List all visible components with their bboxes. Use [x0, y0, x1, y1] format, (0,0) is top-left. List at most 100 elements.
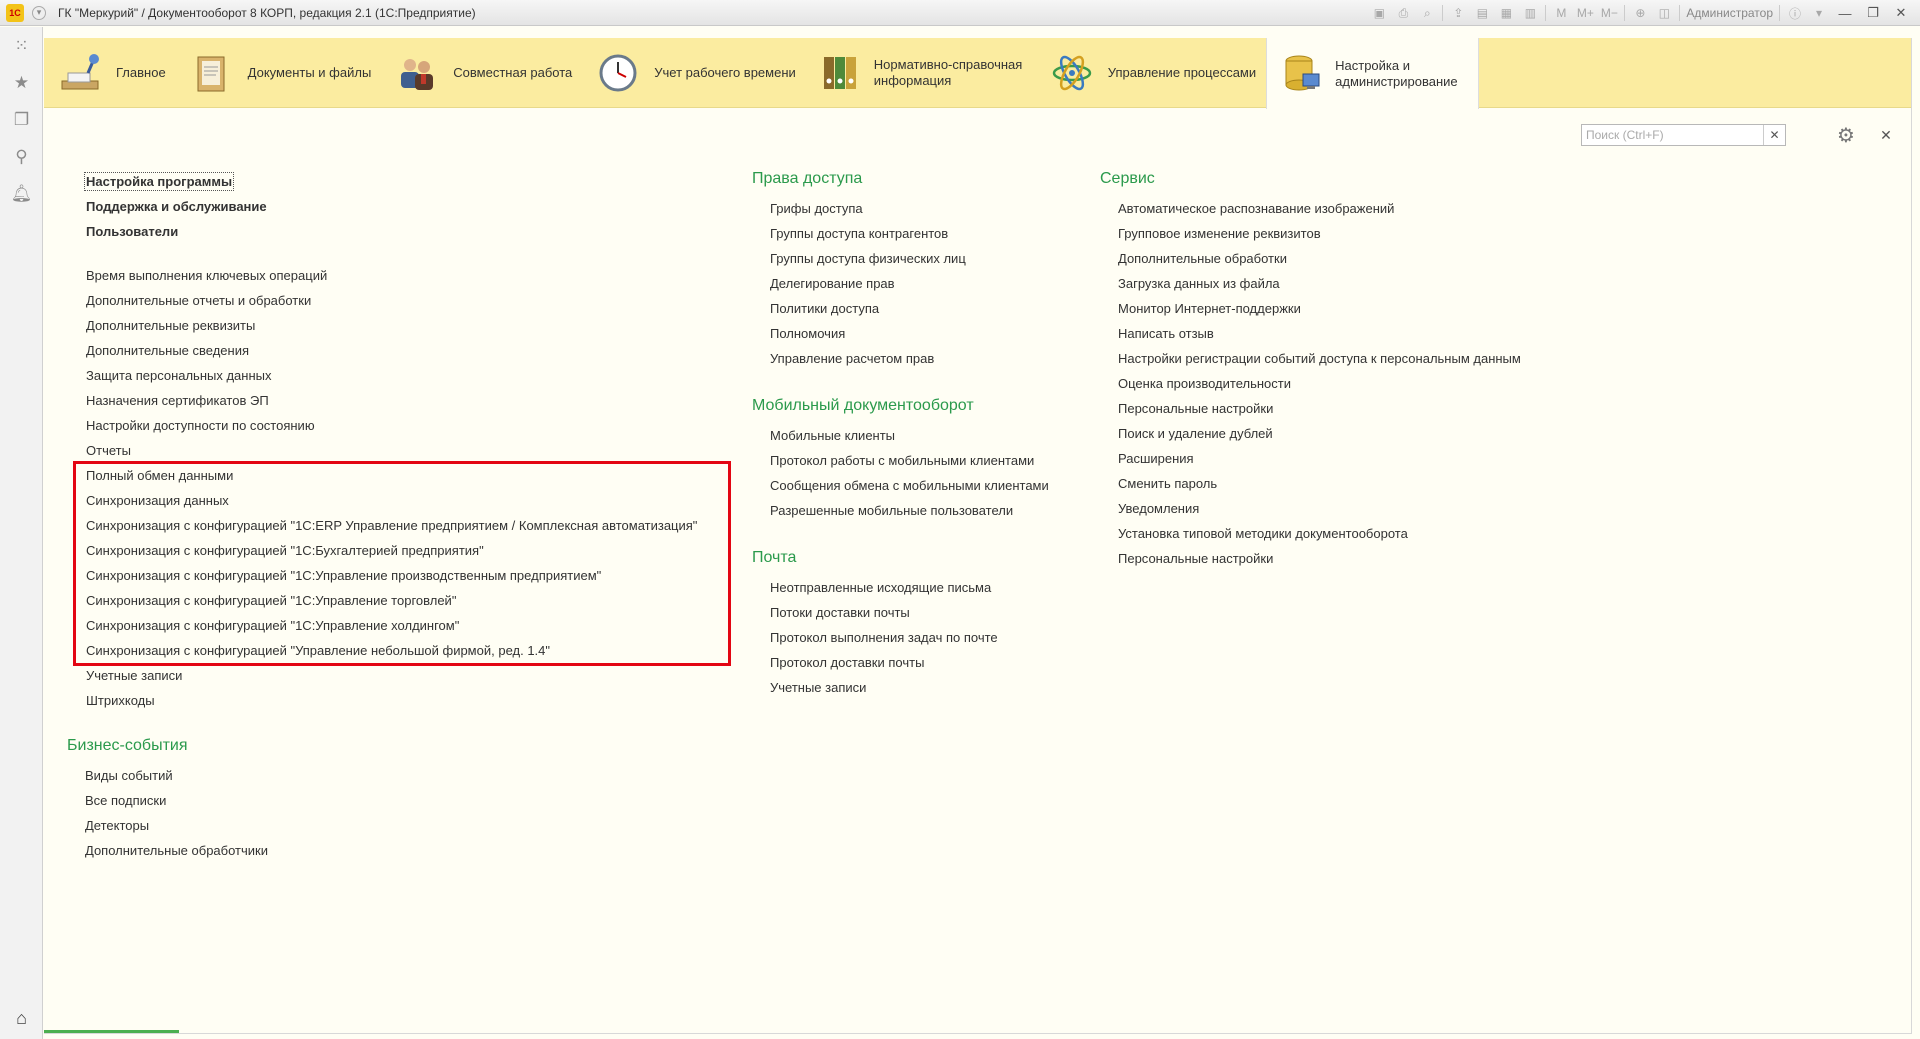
- list-item[interactable]: Дополнительные сведения: [86, 338, 697, 363]
- list-item[interactable]: Расширения: [1118, 446, 1521, 471]
- current-user[interactable]: Администратор: [1686, 6, 1773, 20]
- list-item[interactable]: Грифы доступа: [770, 196, 966, 221]
- link-support[interactable]: Поддержка и обслуживание: [86, 194, 697, 219]
- list-item[interactable]: Разрешенные мобильные пользователи: [770, 498, 1049, 523]
- list-item[interactable]: Монитор Интернет-поддержки: [1118, 296, 1521, 321]
- app-logo[interactable]: 1С: [6, 3, 24, 22]
- link-users[interactable]: Пользователи: [86, 219, 697, 244]
- clear-search-button[interactable]: ✕: [1763, 125, 1785, 145]
- list-item[interactable]: Дополнительные обработки: [1118, 246, 1521, 271]
- list-item[interactable]: Персональные настройки: [1118, 546, 1521, 571]
- search-field: ✕: [1581, 124, 1786, 146]
- window-titlebar: 1С ▾ ГК "Меркурий" / Документооборот 8 К…: [0, 0, 1920, 26]
- upload-icon[interactable]: ⇪: [1449, 4, 1467, 22]
- binders-icon: [818, 49, 862, 97]
- section-process-management[interactable]: Управление процессами: [1036, 38, 1266, 108]
- search-icon[interactable]: ⚲: [0, 138, 43, 175]
- list-item[interactable]: Время выполнения ключевых операций: [86, 263, 697, 288]
- titlebar-toolbar: ▣ ⎙ ⌕ ⇪ ▤ ▦ ▥ M M+ M− ⊕ ◫ Администратор …: [1370, 0, 1912, 26]
- close-panel-button[interactable]: ✕: [1876, 124, 1896, 146]
- save-icon[interactable]: ▣: [1370, 4, 1388, 22]
- history-icon[interactable]: ❐: [0, 101, 43, 138]
- window-menu-button[interactable]: ▾: [32, 5, 46, 20]
- zoom-icon[interactable]: ⊕: [1631, 4, 1649, 22]
- list-item[interactable]: Защита персональных данных: [86, 363, 697, 388]
- memory-m-icon[interactable]: M: [1552, 4, 1570, 22]
- favorites-star-icon[interactable]: ★: [0, 64, 43, 101]
- list-item[interactable]: Назначения сертификатов ЭП: [86, 388, 697, 413]
- list-item[interactable]: Все подписки: [85, 788, 268, 813]
- list-item[interactable]: Уведомления: [1118, 496, 1521, 521]
- list-item[interactable]: Настройки доступности по состоянию: [86, 413, 697, 438]
- list-item[interactable]: Группы доступа физических лиц: [770, 246, 966, 271]
- list-item[interactable]: Отчеты: [86, 438, 697, 463]
- group-title: Мобильный документооборот: [752, 397, 974, 414]
- section-collaboration[interactable]: Совместная работа: [381, 38, 582, 108]
- list-item[interactable]: Настройки регистрации событий доступа к …: [1118, 346, 1521, 371]
- group-title: Права доступа: [752, 170, 863, 187]
- section-main[interactable]: Главное: [44, 38, 176, 108]
- list-item[interactable]: Загрузка данных из файла: [1118, 271, 1521, 296]
- list-item[interactable]: Протокол работы с мобильными клиентами: [770, 448, 1049, 473]
- sections-panel: Главное Документы и файлы Совместная раб…: [44, 38, 1912, 109]
- list-item[interactable]: Управление расчетом прав: [770, 346, 966, 371]
- chevron-down-icon[interactable]: ▾: [1810, 4, 1828, 22]
- list-item[interactable]: Потоки доставки почты: [770, 600, 998, 625]
- section-documents[interactable]: Документы и файлы: [176, 38, 382, 108]
- notifications-bell-icon[interactable]: 🔔︎: [0, 175, 43, 212]
- section-label: Нормативно-справочная информация: [873, 57, 1023, 88]
- document-folder-icon: [188, 49, 236, 97]
- section-time-tracking[interactable]: Учет рабочего времени: [582, 38, 806, 108]
- list-item[interactable]: Неотправленные исходящие письма: [770, 575, 998, 600]
- list-item[interactable]: Написать отзыв: [1118, 321, 1521, 346]
- list-item[interactable]: Сменить пароль: [1118, 471, 1521, 496]
- list-item[interactable]: Автоматическое распознавание изображений: [1118, 196, 1521, 221]
- list-item[interactable]: Виды событий: [85, 763, 268, 788]
- gear-icon[interactable]: ⚙: [1833, 123, 1859, 147]
- list-item[interactable]: Учетные записи: [770, 675, 998, 700]
- list-item[interactable]: Группы доступа контрагентов: [770, 221, 966, 246]
- list-item[interactable]: Учетные записи: [86, 663, 697, 688]
- list-item[interactable]: Групповое изменение реквизитов: [1118, 221, 1521, 246]
- calendar-icon[interactable]: ▦: [1497, 4, 1515, 22]
- section-reference-info[interactable]: Нормативно-справочная информация: [806, 38, 1036, 108]
- print-icon[interactable]: ⎙: [1394, 4, 1412, 22]
- section-settings-admin[interactable]: Настройка и администрирование: [1266, 38, 1480, 109]
- close-window-button[interactable]: ✕: [1890, 4, 1912, 22]
- restore-button[interactable]: ❐: [1862, 4, 1884, 22]
- preview-icon[interactable]: ⌕: [1418, 4, 1436, 22]
- section-label: Настройка и администрирование: [1335, 57, 1458, 89]
- link-program-settings[interactable]: Настройка программы: [83, 169, 697, 194]
- list-item[interactable]: Оценка производительности: [1118, 371, 1521, 396]
- list-item[interactable]: Детекторы: [85, 813, 268, 838]
- database-admin-icon: [1279, 50, 1323, 98]
- list-item[interactable]: Политики доступа: [770, 296, 966, 321]
- list-item[interactable]: Штрихкоды: [86, 688, 697, 713]
- group-business-events: Бизнес-события Виды событий Все подписки…: [67, 734, 268, 863]
- list-item[interactable]: Полномочия: [770, 321, 966, 346]
- group-title: Бизнес-события: [67, 737, 188, 754]
- search-input[interactable]: [1582, 125, 1762, 145]
- list-item[interactable]: Поиск и удаление дублей: [1118, 421, 1521, 446]
- highlight-annotation-box: [73, 461, 731, 666]
- panels-icon[interactable]: ◫: [1655, 4, 1673, 22]
- memory-plus-icon[interactable]: M+: [1576, 4, 1594, 22]
- list-item[interactable]: Установка типовой методики документообор…: [1118, 521, 1521, 546]
- apps-grid-icon[interactable]: ⁙: [0, 27, 43, 64]
- list-item[interactable]: Мобильные клиенты: [770, 423, 1049, 448]
- home-icon[interactable]: ⌂: [0, 1001, 43, 1035]
- list-item[interactable]: Дополнительные реквизиты: [86, 313, 697, 338]
- list-item[interactable]: Персональные настройки: [1118, 396, 1521, 421]
- list-item[interactable]: Протокол доставки почты: [770, 650, 998, 675]
- list-item[interactable]: Протокол выполнения задач по почте: [770, 625, 998, 650]
- link-icon[interactable]: ▤: [1473, 4, 1491, 22]
- clock-icon: [594, 49, 642, 97]
- table-icon[interactable]: ▥: [1521, 4, 1539, 22]
- list-item[interactable]: Делегирование прав: [770, 271, 966, 296]
- minimize-button[interactable]: —: [1834, 4, 1856, 22]
- info-icon[interactable]: ⓘ: [1786, 4, 1804, 22]
- list-item[interactable]: Дополнительные обработчики: [85, 838, 268, 863]
- memory-minus-icon[interactable]: M−: [1600, 4, 1618, 22]
- list-item[interactable]: Сообщения обмена с мобильными клиентами: [770, 473, 1049, 498]
- list-item[interactable]: Дополнительные отчеты и обработки: [86, 288, 697, 313]
